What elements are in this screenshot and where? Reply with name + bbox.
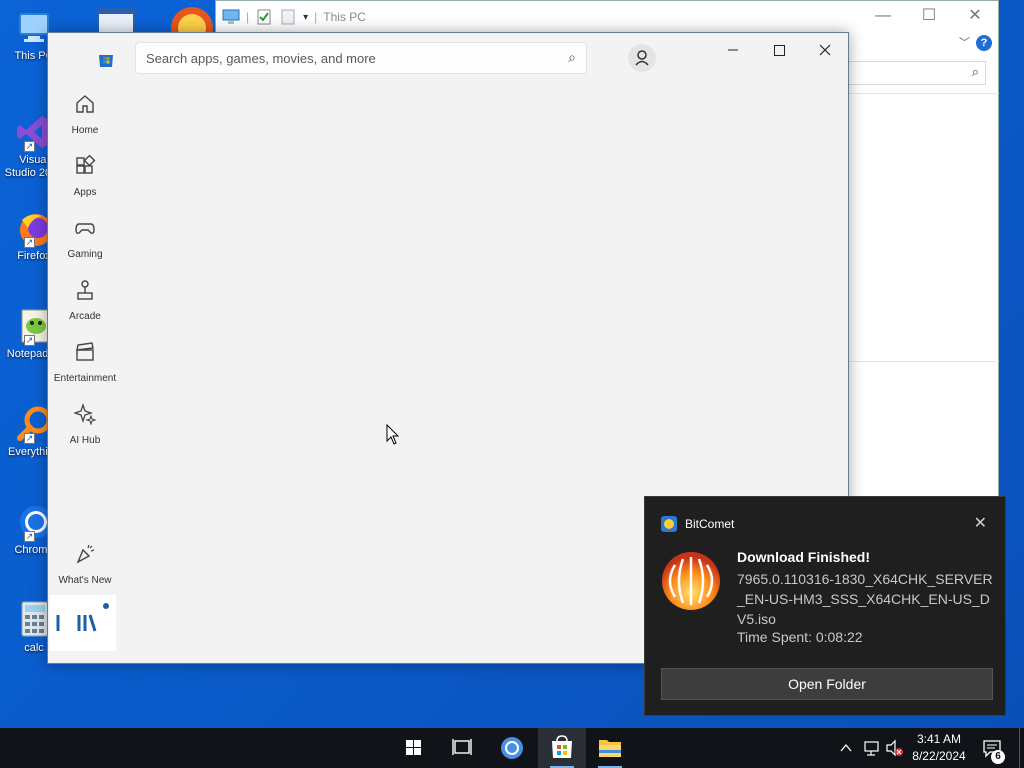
joystick-icon — [77, 280, 93, 300]
explorer-maximize-button[interactable]: ☐ — [906, 1, 952, 31]
desktop: This PC ↗ Visual Studio 2017 ↗ Firefox ↗… — [0, 0, 1024, 728]
party-popper-icon — [76, 544, 95, 564]
explorer-close-button[interactable]: ✕ — [952, 1, 998, 31]
start-icon — [406, 740, 421, 755]
network-tray-button[interactable] — [862, 728, 882, 768]
search-icon[interactable]: ⌕ — [568, 49, 576, 66]
apps-icon — [76, 154, 96, 174]
chrome-icon — [501, 737, 523, 759]
nav-item-whats-new[interactable]: What's New — [48, 543, 122, 586]
taskbar-clock[interactable]: 3:41 AM 8/22/2024 — [906, 731, 972, 765]
toast-file-name: 7965.0.110316-1830_X64CHK_SERVER_EN-US-H… — [737, 571, 993, 627]
taskbar-store-button[interactable] — [538, 728, 586, 768]
store-logo-icon — [99, 55, 113, 67]
nav-item-label: Entertainment — [53, 373, 117, 384]
sparkle-icon — [72, 402, 97, 426]
nav-item-home[interactable]: Home — [48, 93, 122, 136]
clock-date: 8/22/2024 — [912, 749, 966, 763]
mouse-cursor-icon — [386, 424, 400, 445]
toast-close-button[interactable]: ✕ — [974, 513, 987, 533]
maximize-icon — [774, 45, 785, 56]
properties-icon[interactable] — [255, 9, 273, 25]
shortcut-arrow-icon: ↗ — [24, 141, 35, 152]
user-icon — [635, 50, 649, 66]
bitcomet-logo-icon — [662, 552, 720, 610]
show-desktop-button[interactable] — [1019, 728, 1024, 768]
shortcut-arrow-icon: ↗ — [24, 531, 35, 542]
explorer-search-input[interactable]: ⌕ — [846, 61, 986, 85]
account-button[interactable] — [628, 44, 656, 72]
store-search-box[interactable]: ⌕ — [135, 42, 587, 74]
open-folder-button[interactable]: Open Folder — [661, 668, 993, 700]
toast-time-spent: Time Spent: 0:08:22 — [737, 629, 863, 645]
nav-item-arcade[interactable]: Arcade — [48, 279, 122, 322]
start-button[interactable] — [390, 728, 438, 768]
taskbar-file-explorer-button[interactable] — [586, 728, 634, 768]
help-button[interactable]: ? — [976, 35, 992, 51]
file-explorer-icon — [599, 740, 621, 757]
divider — [849, 361, 999, 362]
store-icon — [552, 735, 572, 758]
nav-item-gaming[interactable]: Gaming — [48, 217, 122, 260]
home-icon — [76, 95, 94, 113]
nav-item-label: AI Hub — [69, 435, 101, 446]
bitcomet-app-icon — [661, 516, 677, 532]
library-icon — [56, 603, 109, 632]
store-minimize-button[interactable] — [710, 35, 756, 65]
clock-time: 3:41 AM — [916, 732, 962, 746]
shortcut-arrow-icon: ↗ — [24, 237, 35, 248]
desktop-icon-bitcomet-partial[interactable] — [170, 6, 214, 34]
nav-item-ai-hub[interactable]: AI Hub — [48, 402, 122, 446]
new-folder-icon[interactable] — [279, 9, 297, 25]
ribbon-expand-chevron-icon[interactable]: ﹀ — [959, 34, 970, 50]
nav-item-entertainment[interactable]: Entertainment — [48, 341, 122, 384]
toast-headline: Download Finished! — [737, 549, 870, 565]
library-button[interactable] — [50, 595, 116, 651]
network-icon — [864, 741, 879, 756]
computer-icon — [222, 9, 240, 24]
minimize-icon — [728, 49, 738, 51]
close-icon — [819, 44, 831, 56]
clapperboard-icon — [76, 342, 94, 361]
speaker-muted-icon — [886, 739, 903, 757]
explorer-minimize-button[interactable]: — — [860, 1, 906, 31]
store-search-input[interactable] — [146, 43, 546, 73]
nav-item-label: Home — [71, 125, 99, 136]
task-view-icon — [452, 739, 472, 755]
explorer-title: This PC — [323, 10, 366, 24]
store-maximize-button[interactable] — [756, 35, 802, 65]
shortcut-arrow-icon: ↗ — [24, 433, 35, 444]
task-view-button[interactable] — [438, 728, 486, 768]
toast-app-name: BitComet — [685, 517, 735, 531]
shortcut-arrow-icon: ↗ — [24, 335, 35, 346]
nav-item-label: Gaming — [67, 249, 103, 260]
show-hidden-icons-button[interactable] — [838, 728, 854, 768]
nav-item-label: What's New — [58, 575, 112, 586]
taskbar-chrome-button[interactable] — [488, 728, 536, 768]
volume-tray-button[interactable] — [884, 728, 904, 768]
store-close-button[interactable] — [802, 35, 848, 65]
chevron-up-icon — [840, 743, 852, 752]
nav-item-apps[interactable]: Apps — [48, 154, 122, 198]
notification-count-badge: 6 — [991, 750, 1005, 764]
divider — [849, 93, 999, 94]
quick-access-dropdown-icon[interactable]: ▾ — [303, 12, 308, 23]
bitcomet-notification-toast: BitComet ✕ Download Finished! 7965.0.110… — [644, 496, 1006, 716]
gamepad-icon — [75, 223, 95, 234]
nav-item-label: Arcade — [69, 311, 101, 322]
bitcomet-icon — [171, 7, 213, 34]
nav-item-label: Apps — [73, 187, 97, 198]
search-icon: ⌕ — [971, 64, 979, 79]
taskbar: 3:41 AM 8/22/2024 6 — [0, 728, 1024, 768]
